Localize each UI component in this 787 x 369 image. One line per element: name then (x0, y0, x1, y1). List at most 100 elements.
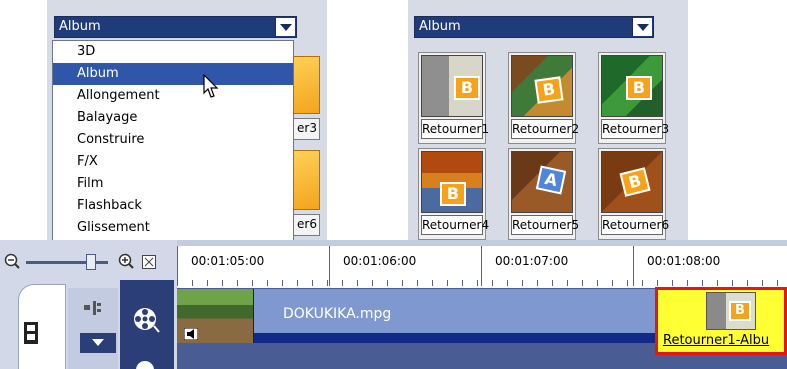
zoom-in-icon[interactable] (118, 253, 135, 270)
album-page-b-icon: B (440, 182, 466, 206)
ruler-minor-tick (402, 280, 403, 286)
ruler-minor-tick (327, 280, 328, 286)
ruler-minor-tick (372, 280, 373, 286)
ruler-minor-tick (387, 280, 388, 286)
ruler-minor-tick (717, 280, 718, 286)
ruler-minor-tick (267, 280, 268, 286)
dropdown-item-balayage[interactable]: Balayage (53, 107, 293, 129)
transition-clip-label: Retourner1-Albu (663, 333, 770, 348)
ruler-minor-tick (477, 280, 478, 286)
chevron-down-icon[interactable] (275, 18, 295, 36)
ruler-minor-tick (192, 280, 193, 286)
ruler-minor-tick (222, 280, 223, 286)
album-page-b-icon: B (626, 76, 652, 100)
dropdown-item-glissement[interactable]: Glissement (53, 217, 293, 239)
ruler-minor-tick (702, 280, 703, 286)
ruler-minor-tick (432, 280, 433, 286)
fit-project-icon[interactable] (142, 255, 156, 269)
ruler-minor-tick (492, 280, 493, 286)
ruler-timecode: 00:01:06:00 (343, 254, 417, 268)
ruler-minor-tick (687, 280, 688, 286)
ruler-minor-tick (417, 280, 418, 286)
effect-thumbnail-retourner4[interactable]: B Retourner4 (418, 148, 489, 240)
dropdown-item-flashback[interactable]: Flashback (53, 195, 293, 217)
thumbnail-image: B (421, 55, 483, 117)
ruler-minor-tick (282, 280, 283, 286)
dropdown-item-3d[interactable]: 3D (53, 41, 293, 63)
album-page-b-icon: B (534, 76, 564, 104)
ruler-minor-tick (582, 280, 583, 286)
ruler-minor-tick (447, 280, 448, 286)
ruler-minor-tick (552, 280, 553, 286)
ruler-minor-tick (207, 280, 208, 286)
ruler-minor-tick (627, 280, 628, 286)
zoom-out-icon[interactable] (4, 253, 21, 270)
ruler-minor-tick (672, 280, 673, 286)
ruler-minor-tick (357, 280, 358, 286)
thumbnail-label: Retourner6 (601, 215, 669, 235)
category-combo-right[interactable]: Album (414, 16, 654, 38)
track-mode-icon[interactable] (84, 301, 102, 315)
ruler-minor-tick (567, 280, 568, 286)
ruler-timecode: 00:01:07:00 (495, 254, 569, 268)
video-clip-name: DOKUKIKA.mpg (283, 306, 392, 322)
audio-speaker-icon (184, 328, 198, 340)
effect-thumbnail-retourner3[interactable]: B Retourner3 (598, 52, 669, 144)
category-combo-value: Album (59, 19, 101, 34)
ruler-timecode: 00:01:08:00 (647, 254, 721, 268)
dropdown-item-album[interactable]: Album (53, 63, 293, 85)
effect-thumbnail-retourner6[interactable]: B Retourner6 (598, 148, 669, 240)
album-page-b-icon: B (729, 301, 751, 321)
dropdown-item-film[interactable]: Film (53, 173, 293, 195)
ruler-major-tick (633, 246, 634, 286)
ruler-minor-tick (762, 280, 763, 286)
chevron-down-icon[interactable] (632, 18, 652, 36)
thumbnail-label: Retourner3 (601, 119, 669, 139)
thumbnail-label: Retourner1 (421, 119, 489, 139)
ruler-minor-tick (312, 280, 313, 286)
ruler-minor-tick (342, 280, 343, 286)
category-combo-left[interactable]: Album (54, 16, 297, 38)
chevron-down-icon (92, 339, 104, 346)
thumbnail-image: A (511, 151, 573, 213)
thumbnail-label: Retourner5 (511, 215, 579, 235)
effect-thumbnail-retourner5[interactable]: A Retourner5 (508, 148, 579, 240)
ruler-minor-tick (507, 280, 508, 286)
album-page-a-icon: A (535, 165, 567, 195)
ruler-minor-tick (522, 280, 523, 286)
film-reel-icon[interactable] (132, 306, 160, 334)
dropdown-item-construire[interactable]: Construire (53, 129, 293, 151)
transition-thumbnail: B (706, 292, 756, 330)
album-page-b-icon: B (454, 76, 480, 100)
ruler-minor-tick (462, 280, 463, 286)
ruler-major-tick (481, 246, 482, 286)
ruler-minor-tick (612, 280, 613, 286)
ruler-minor-tick (657, 280, 658, 286)
ruler-minor-tick (732, 280, 733, 286)
thumbnail-image: B (601, 151, 663, 213)
ruler-minor-tick (597, 280, 598, 286)
zoom-slider-thumb[interactable] (86, 254, 96, 270)
ruler-minor-tick (747, 280, 748, 286)
effect-thumbnail-retourner1[interactable]: B Retourner1 (418, 52, 489, 144)
ruler-timecode: 00:01:05:00 (191, 254, 265, 268)
ruler-minor-tick (537, 280, 538, 286)
ruler-minor-tick (252, 280, 253, 286)
dropdown-item-fx[interactable]: F/X (53, 151, 293, 173)
category-combo-value: Album (419, 19, 461, 34)
ruler-minor-tick (777, 280, 778, 286)
timeline-ruler[interactable]: 00:01:05:00 00:01:06:00 00:01:07:00 00:0… (177, 246, 787, 288)
ruler-minor-tick (177, 280, 178, 286)
thumbnail-image: B (421, 151, 483, 213)
album-page-b-icon: B (619, 167, 651, 197)
thumbnail-image: B (601, 55, 663, 117)
thumbnail-image: B (511, 55, 573, 117)
ruler-minor-tick (297, 280, 298, 286)
effect-thumbnail-retourner2[interactable]: B Retourner2 (508, 52, 579, 144)
ruler-minor-tick (642, 280, 643, 286)
film-reel-icon[interactable] (134, 359, 156, 369)
thumbnail-label: Retourner2 (511, 119, 579, 139)
thumbnail-label: Retourner4 (421, 215, 489, 235)
category-dropdown-list[interactable]: 3D Album Allongement Balayage Construire… (52, 40, 294, 242)
dropdown-item-allongement[interactable]: Allongement (53, 85, 293, 107)
